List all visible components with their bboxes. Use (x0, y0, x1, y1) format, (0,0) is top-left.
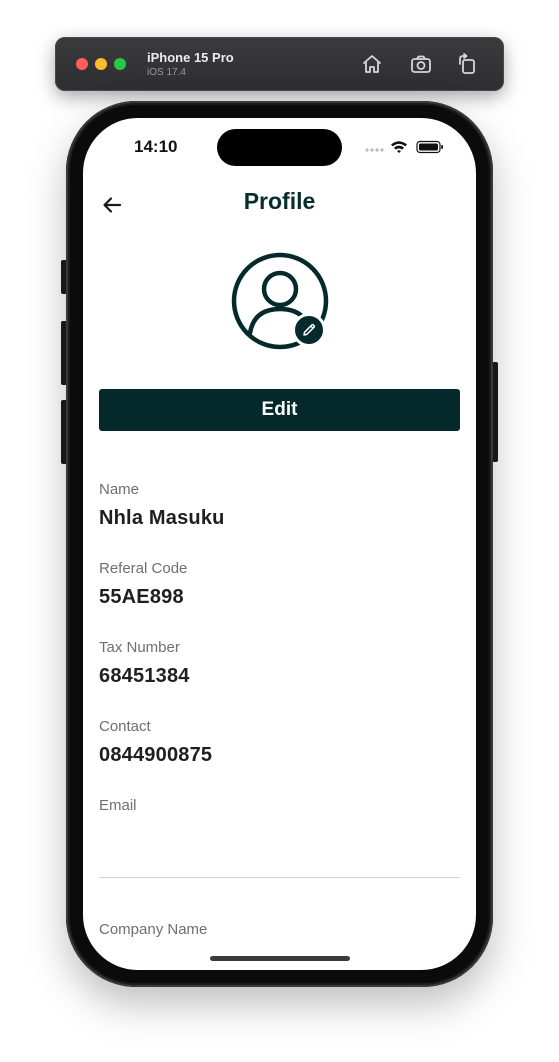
edit-profile-button[interactable]: Edit (99, 389, 460, 431)
name-label: Name (99, 481, 140, 498)
zoom-window-button[interactable] (114, 58, 126, 70)
email-label: Email (99, 797, 137, 814)
app-screen: 14:10 Profile Edit Name Nhla Masuku Refe… (83, 118, 476, 970)
change-photo-button[interactable] (292, 313, 326, 347)
tax-number-label: Tax Number (99, 639, 180, 656)
contact-label: Contact (99, 718, 151, 735)
rotate-icon[interactable] (455, 52, 479, 76)
page-title: Profile (243, 188, 316, 214)
simulator-toolbar: iPhone 15 Pro iOS 17.4 (55, 37, 504, 91)
home-icon[interactable] (360, 52, 384, 76)
pencil-icon (303, 323, 316, 336)
referral-code-value: 55AE898 (99, 586, 184, 608)
name-value: Nhla Masuku (99, 507, 225, 529)
signal-dots-icon (365, 148, 384, 152)
home-indicator[interactable] (210, 956, 350, 961)
simulator-window: iPhone 15 Pro iOS 17.4 14:10 Profile Edi… (0, 0, 559, 1062)
company-name-label: Company Name (99, 921, 208, 938)
battery-icon (416, 140, 443, 154)
tax-number-value: 68451384 (99, 665, 190, 687)
contact-value: 0844900875 (99, 744, 213, 766)
os-version: iOS 17.4 (147, 67, 186, 78)
minimize-window-button[interactable] (95, 58, 107, 70)
screenshot-icon[interactable] (409, 52, 433, 76)
status-time: 14:10 (134, 137, 178, 156)
close-window-button[interactable] (76, 58, 88, 70)
wifi-icon (391, 141, 407, 153)
referral-code-label: Referal Code (99, 560, 188, 577)
section-divider (99, 877, 460, 878)
dynamic-island (217, 129, 342, 166)
status-icons (365, 139, 445, 155)
device-name: iPhone 15 Pro (147, 50, 234, 65)
